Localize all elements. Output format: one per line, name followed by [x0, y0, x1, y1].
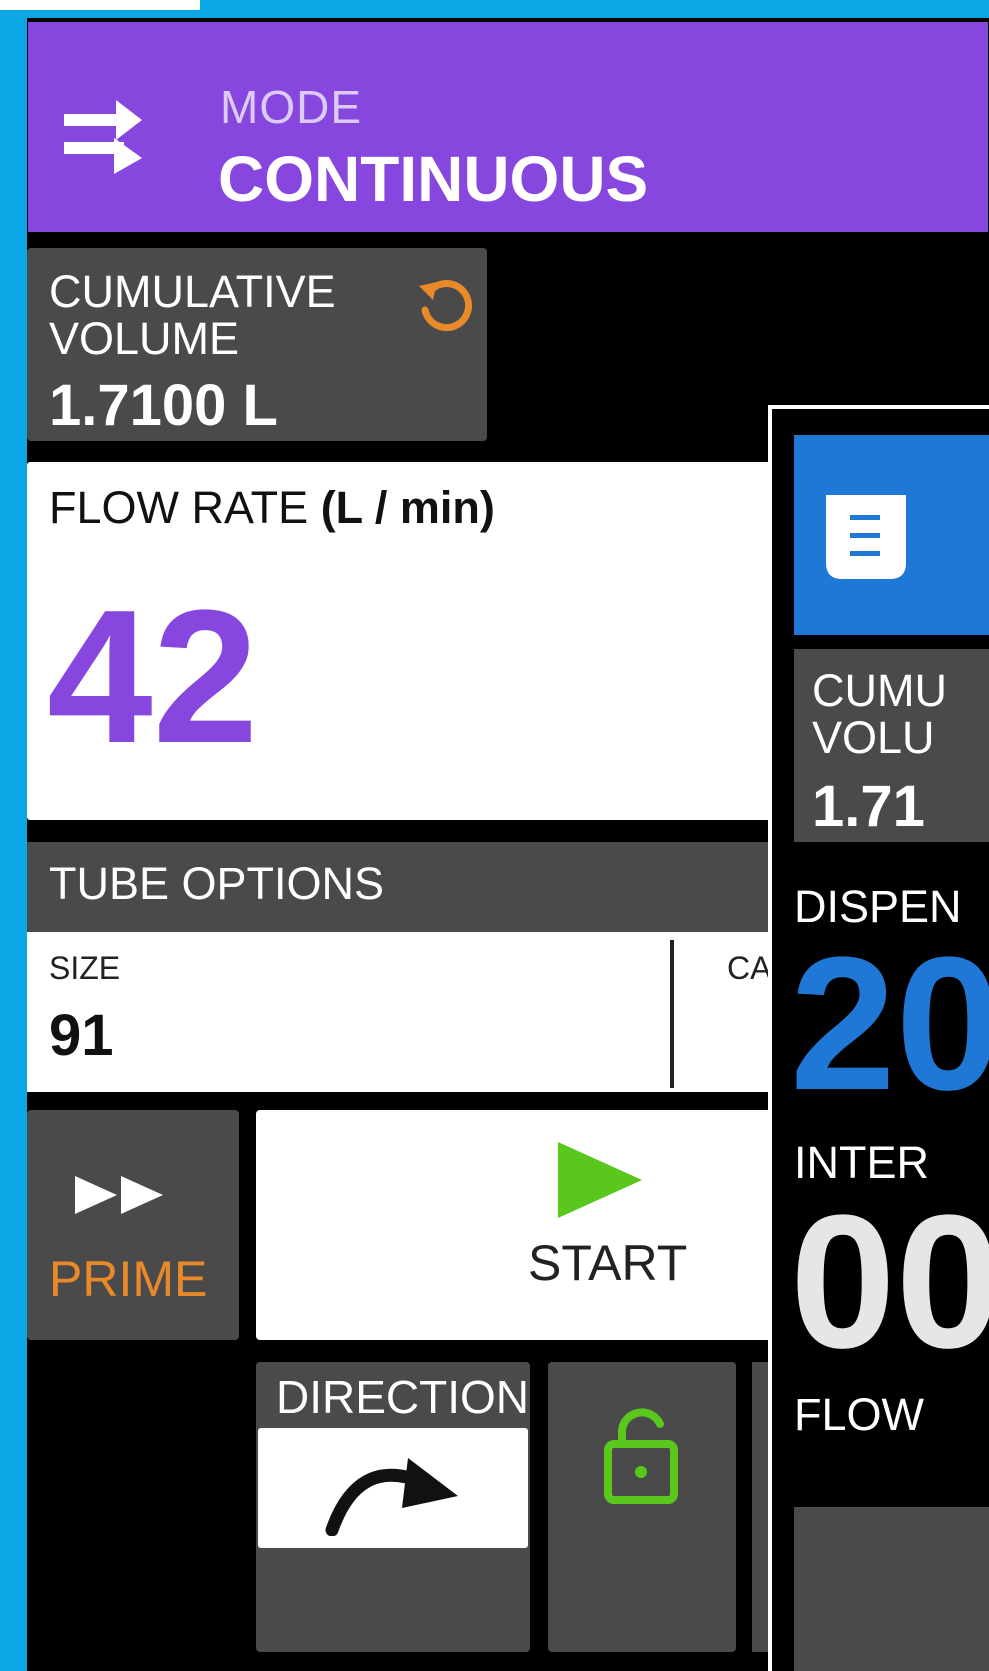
- flow-rate-title: FLOW RATE: [49, 482, 309, 533]
- cumulative-volume-panel: CUMULATIVE VOLUME 1.7100 L: [27, 248, 487, 441]
- tube-options-divider: [670, 940, 674, 1088]
- swap-arrows-icon: [64, 100, 142, 174]
- prime-label: PRIME: [49, 1251, 208, 1307]
- secondary-cumulative-value: 1.71: [812, 774, 925, 839]
- document-icon: [826, 495, 906, 579]
- secondary-cumulative-panel: CUMU VOLU 1.71: [794, 649, 989, 842]
- mode-label: MODE: [220, 81, 362, 133]
- start-label: START: [528, 1235, 688, 1291]
- cumulative-volume-label: CUMULATIVE VOLUME: [49, 266, 336, 364]
- interval-value[interactable]: 00: [790, 1187, 989, 1377]
- mode-value: CONTINUOUS: [218, 143, 649, 215]
- mode-selector[interactable]: MODE CONTINUOUS: [28, 22, 988, 232]
- cumulative-volume-value: 1.7100 L: [49, 373, 278, 438]
- play-icon: [558, 1142, 642, 1218]
- top-left-frame-strip: [0, 0, 200, 10]
- tube-second-option-label: CA: [727, 950, 772, 986]
- flow-rate-unit: (L / min): [320, 482, 495, 533]
- tube-options-title: TUBE OPTIONS: [49, 858, 385, 909]
- flow-rate-label: FLOW RATE (L / min): [49, 482, 495, 534]
- flow-rate-value: 42: [47, 571, 259, 783]
- tube-size-value[interactable]: 91: [49, 1002, 114, 1069]
- direction-button[interactable]: [258, 1428, 528, 1548]
- lock-button[interactable]: [548, 1362, 736, 1652]
- direction-label: DIRECTION: [276, 1371, 529, 1423]
- secondary-mode-bar[interactable]: [794, 435, 989, 635]
- secondary-bottom-button[interactable]: [794, 1507, 989, 1671]
- reset-icon[interactable]: [411, 268, 481, 338]
- secondary-flow-label: FLOW: [794, 1389, 924, 1440]
- prime-button[interactable]: PRIME: [27, 1110, 239, 1340]
- clockwise-arrow-icon: [325, 1458, 458, 1536]
- secondary-cumulative-label: CUMU VOLU: [812, 665, 947, 763]
- unlock-icon: [604, 1408, 678, 1504]
- direction-panel: DIRECTION: [256, 1362, 530, 1652]
- secondary-screen: CUMU VOLU 1.71 DISPEN 20 INTER 00 FLOW: [768, 405, 989, 1671]
- fast-forward-icon: [75, 1176, 163, 1214]
- dispense-value[interactable]: 20: [790, 929, 989, 1119]
- tube-size-label: SIZE: [49, 950, 121, 986]
